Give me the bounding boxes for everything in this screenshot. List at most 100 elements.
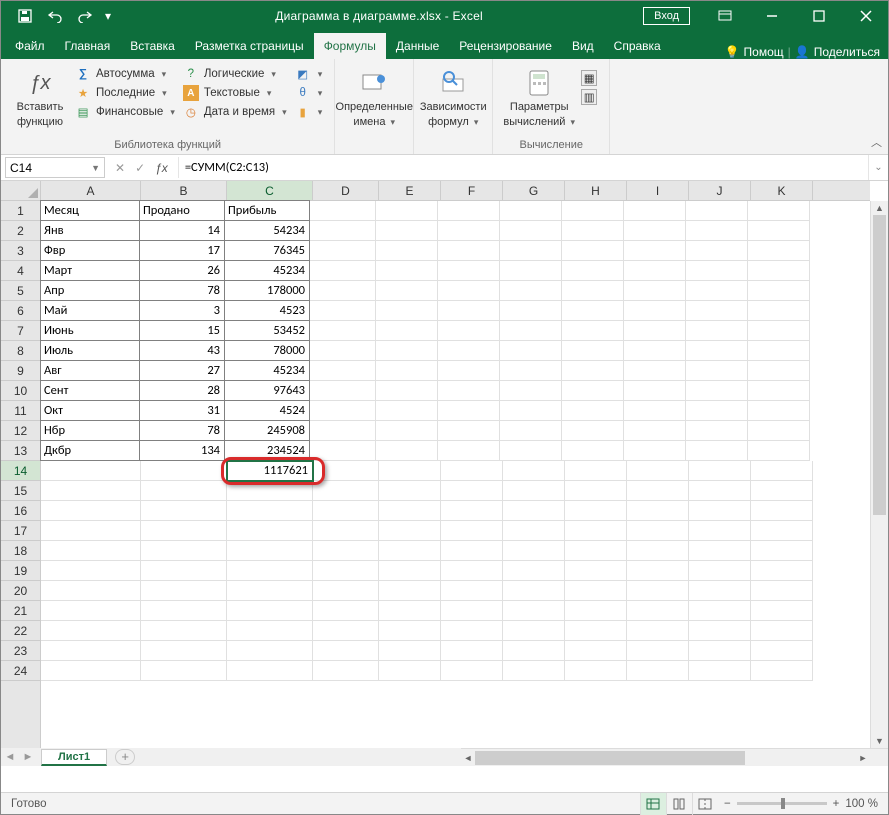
cell[interactable] (689, 521, 751, 541)
cell[interactable] (41, 561, 141, 581)
row-header[interactable]: 8 (1, 341, 40, 361)
cell[interactable] (562, 281, 624, 301)
cell[interactable] (751, 601, 813, 621)
cell[interactable] (313, 641, 379, 661)
cell[interactable] (310, 381, 376, 401)
cell[interactable]: 45234 (224, 260, 310, 281)
cell[interactable]: 78 (139, 280, 225, 301)
cell[interactable] (376, 401, 438, 421)
tab-главная[interactable]: Главная (55, 33, 121, 59)
cell[interactable] (441, 561, 503, 581)
cell[interactable] (438, 261, 500, 281)
calc-now-button[interactable]: ▦ (579, 69, 603, 87)
cell[interactable] (562, 421, 624, 441)
cell[interactable] (503, 461, 565, 481)
row-header[interactable]: 18 (1, 541, 40, 561)
cell[interactable] (562, 441, 624, 461)
collapse-ribbon-icon[interactable]: ︿ (871, 134, 882, 150)
column-header[interactable]: K (751, 181, 813, 200)
cell[interactable] (689, 581, 751, 601)
cell[interactable]: 54234 (224, 220, 310, 241)
cell[interactable]: 78 (139, 420, 225, 441)
cell[interactable] (141, 481, 227, 501)
cell[interactable] (310, 261, 376, 281)
cell[interactable] (686, 301, 748, 321)
cell[interactable] (748, 341, 810, 361)
cell[interactable]: 78000 (224, 340, 310, 361)
row-header[interactable]: 7 (1, 321, 40, 341)
row-header[interactable]: 20 (1, 581, 40, 601)
cell[interactable] (438, 201, 500, 221)
cell[interactable] (565, 521, 627, 541)
cell[interactable]: 27 (139, 360, 225, 381)
cell[interactable] (624, 201, 686, 221)
cell[interactable]: 3 (139, 300, 225, 321)
cell[interactable] (689, 621, 751, 641)
cell[interactable]: 76345 (224, 240, 310, 261)
cell[interactable] (379, 461, 441, 481)
cell[interactable] (500, 401, 562, 421)
more-functions-button[interactable]: ▮▾ (293, 103, 329, 121)
cell[interactable] (562, 321, 624, 341)
scroll-down-icon[interactable]: ▼ (871, 734, 888, 748)
cell[interactable] (376, 321, 438, 341)
cell[interactable] (686, 341, 748, 361)
cell[interactable] (441, 601, 503, 621)
cell[interactable] (748, 441, 810, 461)
fx-icon[interactable]: ƒx (155, 161, 168, 175)
cell[interactable] (624, 281, 686, 301)
cell[interactable] (686, 241, 748, 261)
cell[interactable]: Янв (40, 220, 140, 241)
cell[interactable] (565, 481, 627, 501)
cell[interactable]: Июль (40, 340, 140, 361)
cell[interactable] (41, 661, 141, 681)
row-header[interactable]: 24 (1, 661, 40, 681)
cell[interactable]: Авг (40, 360, 140, 381)
cell[interactable] (438, 321, 500, 341)
cell[interactable] (503, 541, 565, 561)
zoom-out-button[interactable]: − (724, 798, 731, 810)
cell[interactable] (689, 641, 751, 661)
column-header[interactable]: J (689, 181, 751, 200)
cell[interactable] (565, 661, 627, 681)
cell[interactable]: Апр (40, 280, 140, 301)
cell[interactable] (376, 441, 438, 461)
cell[interactable] (141, 621, 227, 641)
cell[interactable] (503, 641, 565, 661)
row-header[interactable]: 12 (1, 421, 40, 441)
cell[interactable] (500, 301, 562, 321)
undo-icon[interactable] (41, 1, 69, 31)
cell[interactable] (562, 401, 624, 421)
cell[interactable] (376, 221, 438, 241)
financial-button[interactable]: ▤Финансовые▾ (73, 103, 181, 121)
cell[interactable] (441, 541, 503, 561)
row-header[interactable]: 5 (1, 281, 40, 301)
cell[interactable]: 15 (139, 320, 225, 341)
cell[interactable] (562, 301, 624, 321)
cell[interactable] (441, 461, 503, 481)
row-header[interactable]: 1 (1, 201, 40, 221)
cell[interactable] (503, 501, 565, 521)
zoom-control[interactable]: − + 100 % (724, 798, 878, 810)
row-header[interactable]: 2 (1, 221, 40, 241)
cell[interactable] (686, 441, 748, 461)
cell[interactable] (438, 421, 500, 441)
cell[interactable] (565, 461, 627, 481)
cell[interactable] (686, 221, 748, 241)
cell[interactable] (500, 421, 562, 441)
cell[interactable] (624, 341, 686, 361)
cell[interactable] (500, 281, 562, 301)
cell[interactable] (562, 261, 624, 281)
cell[interactable] (379, 561, 441, 581)
cell[interactable] (376, 281, 438, 301)
cell[interactable] (313, 621, 379, 641)
cell[interactable] (41, 461, 141, 481)
datetime-button[interactable]: ◷Дата и время▾ (181, 103, 293, 121)
cell[interactable] (751, 481, 813, 501)
cell[interactable] (562, 341, 624, 361)
cell[interactable] (500, 361, 562, 381)
cell[interactable] (141, 521, 227, 541)
cell[interactable] (310, 201, 376, 221)
cell[interactable] (689, 661, 751, 681)
cell[interactable] (751, 501, 813, 521)
